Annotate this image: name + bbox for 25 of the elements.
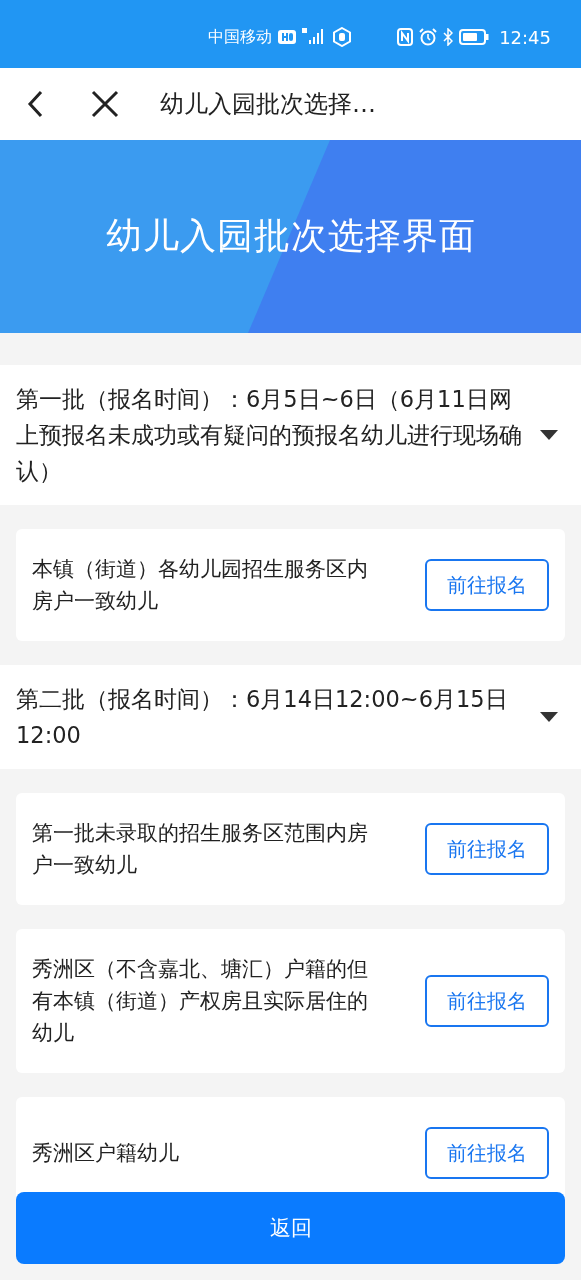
option-text: 秀洲区（不含嘉北、塘汇）户籍的但有本镇（街道）产权房且实际居住的幼儿 [32, 956, 369, 1047]
register-button[interactable]: 前往报名 [425, 1127, 549, 1179]
register-button[interactable]: 前往报名 [425, 823, 549, 875]
carrier-name: 中国移动 [208, 26, 272, 48]
close-icon [91, 90, 119, 118]
bluetooth-icon [443, 28, 454, 46]
register-button[interactable]: 前往报名 [425, 975, 549, 1027]
banner-title: 幼儿入园批次选择界面 [105, 214, 476, 258]
option-text: 第一批未录取的招生服务区范围内房户一致幼儿 [32, 820, 369, 879]
batch-header[interactable]: 第二批（报名时间）：6月14日12:00~6月15日12:00 [0, 665, 581, 769]
battery-icon [459, 29, 490, 45]
batch-title: 第二批（报名时间）：6月14日12:00~6月15日12:00 [16, 685, 509, 750]
batch-title: 第一批（报名时间）：6月5日~6日（6月11日网上预报名未成功或有疑问的预报名幼儿进行现场确认） [16, 385, 523, 486]
nfc-icon [397, 28, 414, 46]
page-title: 幼儿入园批次选择… [160, 89, 376, 120]
hd-icon [278, 30, 296, 44]
clock-time: 12:45 [499, 26, 551, 48]
batch-header[interactable]: 第一批（报名时间）：6月5日~6日（6月11日网上预报名未成功或有疑问的预报名幼儿进行现场确认） [0, 365, 581, 505]
alarm-icon [419, 28, 438, 46]
return-button[interactable]: 返回 [16, 1192, 565, 1264]
option-text: 本镇（街道）各幼儿园招生服务区内房户一致幼儿 [32, 556, 369, 615]
back-icon [26, 89, 44, 119]
signal-icon [302, 28, 326, 46]
register-button[interactable]: 前往报名 [425, 559, 549, 611]
option-text: 秀洲区户籍幼儿 [32, 1140, 180, 1167]
